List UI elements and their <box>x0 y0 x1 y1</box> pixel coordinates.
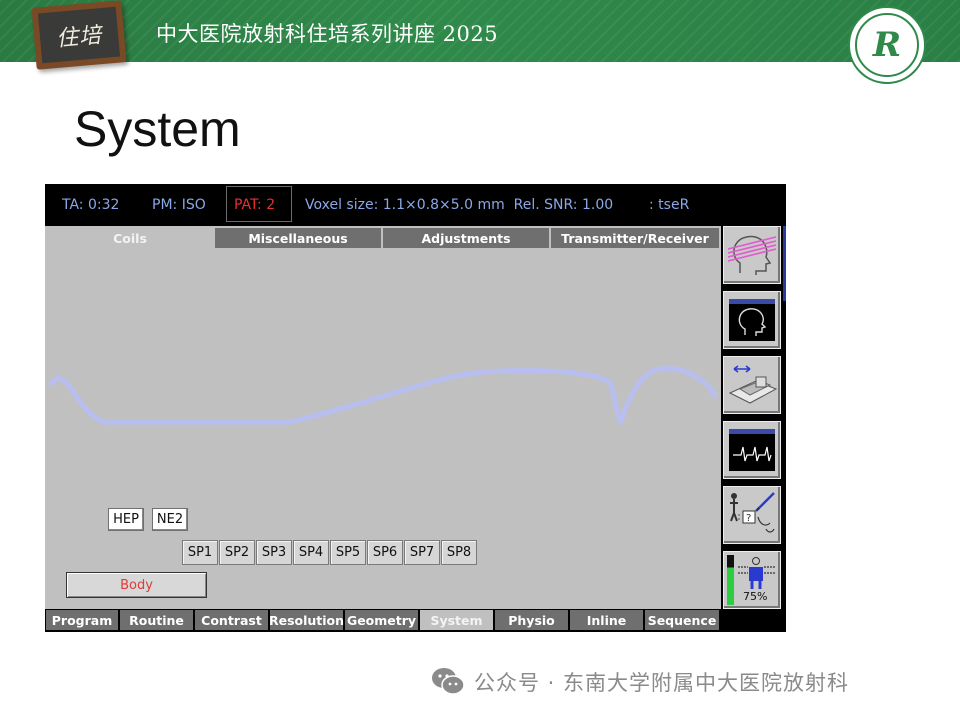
table-move-graphic <box>728 365 778 404</box>
coil-sp2[interactable]: SP2 <box>219 540 255 565</box>
tab-geometry[interactable]: Geometry <box>345 610 418 630</box>
head-slices-icon[interactable] <box>723 226 781 284</box>
wechat-icon <box>432 668 465 695</box>
coil-sp6[interactable]: SP6 <box>367 540 403 565</box>
chalkboard-face: 住培 <box>37 6 121 64</box>
status-sequence: : tseR <box>649 197 690 213</box>
coil-sp4[interactable]: SP4 <box>293 540 329 565</box>
coil-sp5[interactable]: SP5 <box>330 540 366 565</box>
head-view-icon[interactable] <box>723 291 781 349</box>
footer-text: 公众号 · 东南大学附属中大医院放射科 <box>474 671 850 695</box>
ecg-monitor-icon[interactable] <box>723 421 781 479</box>
status-ta: TA: 0:32 <box>62 197 120 213</box>
coil-sp7[interactable]: SP7 <box>404 540 440 565</box>
tab-program[interactable]: Program <box>46 610 118 630</box>
patient-help-icon[interactable]: ? <box>723 486 781 544</box>
coil-hep[interactable]: HEP <box>108 508 144 531</box>
slide-title: System <box>74 101 241 157</box>
head-slices-graphic <box>727 235 777 275</box>
status-voxel: Voxel size: 1.1×0.8×5.0 mm Rel. SNR: 1.0… <box>305 197 613 213</box>
coil-body-button[interactable]: Body <box>66 572 207 598</box>
chalkboard-text: 住培 <box>55 23 104 52</box>
patient-outline-curve <box>48 366 718 425</box>
sar-level-fill <box>727 567 734 605</box>
status-bar: TA: 0:32 PM: ISO PAT: 2 Voxel size: 1.1×… <box>45 184 786 226</box>
status-pat: PAT: 2 <box>234 197 276 213</box>
status-voxel-size: Voxel size: 1.1×0.8×5.0 mm <box>305 197 505 213</box>
coils-panel: Coils Miscellaneous Adjustments Transmit… <box>45 226 721 609</box>
side-toolbar: ? 75% <box>721 226 786 632</box>
coil-sp1[interactable]: SP1 <box>182 540 218 565</box>
footer-watermark: 公众号 · 东南大学附属中大医院放射科 <box>430 664 849 700</box>
chalkboard-badge: 住培 <box>31 0 127 70</box>
status-snr: Rel. SNR: 1.00 <box>513 197 614 213</box>
head-view-graphic <box>729 299 775 341</box>
scanner-screenshot: TA: 0:32 PM: ISO PAT: 2 Voxel size: 1.1×… <box>45 184 786 632</box>
tab-physio[interactable]: Physio <box>495 610 568 630</box>
tab-system[interactable]: System <box>420 610 493 630</box>
status-pm: PM: ISO <box>152 197 206 213</box>
banner-title: 中大医院放射科住培系列讲座 2025 <box>156 22 499 46</box>
logo-ring: R <box>855 13 919 77</box>
tab-routine[interactable]: Routine <box>120 610 193 630</box>
tab-sequence[interactable]: Sequence <box>645 610 719 630</box>
ecg-monitor-graphic <box>729 429 775 471</box>
svg-text:?: ? <box>746 513 751 524</box>
tab-resolution[interactable]: Resolution <box>269 610 344 630</box>
coil-ne2[interactable]: NE2 <box>152 508 188 531</box>
logo-letter: R <box>872 25 902 65</box>
coil-sp8[interactable]: SP8 <box>441 540 477 565</box>
patient-help-graphic: ? <box>730 492 775 533</box>
sar-monitor-icon[interactable]: 75% <box>723 551 781 609</box>
parameter-card-tabs: Program Routine Contrast Resolution Geom… <box>45 609 721 631</box>
tab-contrast[interactable]: Contrast <box>195 610 268 630</box>
coil-sp3[interactable]: SP3 <box>256 540 292 565</box>
side-scroll-strip <box>783 226 786 301</box>
table-move-icon[interactable] <box>723 356 781 414</box>
sar-percent: 75% <box>743 590 768 603</box>
hospital-logo: R <box>848 6 926 84</box>
tab-inline[interactable]: Inline <box>570 610 643 630</box>
